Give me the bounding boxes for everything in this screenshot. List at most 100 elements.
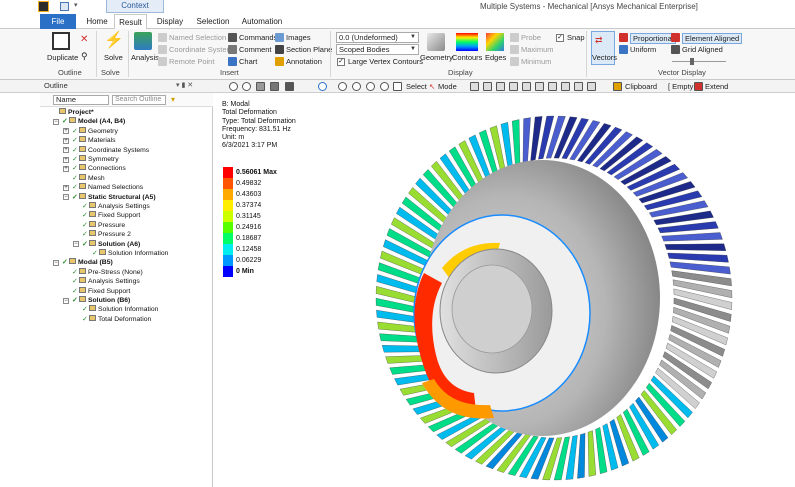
tab-display[interactable]: Display	[152, 14, 188, 29]
select-button[interactable]: Select	[406, 82, 427, 91]
grid-aligned-button[interactable]: Grid Aligned	[682, 45, 723, 54]
chart-button[interactable]: Chart	[239, 57, 257, 66]
deformation-scale-select[interactable]: 0.0 (Undeformed) ▼	[336, 32, 419, 43]
geometry-button[interactable]: Geometry	[420, 53, 453, 62]
minimum-button[interactable]: Minimum	[521, 57, 551, 66]
zoom-box-icon[interactable]	[242, 82, 251, 91]
outline-tree-item[interactable]: ✓ Connections	[72, 164, 126, 173]
snap-checkbox[interactable]: ✓	[556, 34, 564, 42]
outline-tree-item[interactable]: ✓ Pressure 2	[82, 230, 131, 239]
collapse-icon[interactable]: −	[73, 241, 79, 248]
outline-tree-item[interactable]: ✓ Total Deformation	[82, 314, 151, 324]
outline-tree-item[interactable]: ✓ Symmetry	[72, 155, 119, 164]
coordinate-system-button[interactable]: Coordinate System	[169, 45, 233, 54]
rotate-icon[interactable]	[318, 82, 327, 91]
outline-name-filter[interactable]: Name	[53, 95, 109, 105]
body-select-icon[interactable]	[509, 82, 518, 91]
extend-button[interactable]: Extend	[705, 82, 728, 91]
clipboard-button[interactable]: Clipboard	[625, 82, 657, 91]
iso-view-icon[interactable]	[256, 82, 265, 91]
element-select-icon[interactable]	[535, 82, 544, 91]
wireframe-icon[interactable]	[270, 82, 279, 91]
expand-icon[interactable]: +	[63, 184, 69, 191]
outline-tree-item[interactable]: ✓ Static Structural (A5)	[72, 192, 156, 202]
outline-tree-item[interactable]: ✓ Modal (B5)	[62, 258, 113, 267]
zoom-fit-icon[interactable]	[229, 82, 238, 91]
collapse-icon[interactable]: −	[63, 194, 69, 201]
collapse-icon[interactable]: −	[53, 259, 59, 266]
outline-tree-item[interactable]: ✓ Solution (A6)	[82, 239, 140, 249]
quick-access-dropdown-icon[interactable]: ▾	[74, 1, 78, 9]
element-aligned-button[interactable]: Element Aligned	[682, 33, 743, 44]
node-select-icon[interactable]	[522, 82, 531, 91]
outline-tree-item[interactable]: ✓ Fixed Support	[82, 211, 140, 220]
outline-tree-item[interactable]: ✓ Solution Information	[92, 249, 168, 258]
filter-icon[interactable]: ▾	[171, 95, 175, 104]
select-mode-button[interactable]: Mode	[438, 82, 457, 91]
contours-button[interactable]: Contours	[452, 53, 482, 62]
duplicate-button[interactable]: Duplicate	[47, 53, 78, 62]
tab-home[interactable]: Home	[82, 14, 112, 29]
commands-button[interactable]: Commands	[239, 33, 277, 42]
shaded-icon[interactable]	[285, 82, 294, 91]
outline-tree-item[interactable]: ✓ Pressure	[82, 220, 125, 230]
tab-result[interactable]: Result	[114, 14, 147, 30]
tab-selection[interactable]: Selection	[192, 14, 234, 29]
collapse-icon[interactable]: −	[53, 118, 59, 125]
tab-file[interactable]: File	[40, 14, 76, 29]
expand-icon[interactable]: +	[63, 165, 69, 172]
find-icon[interactable]: ⚲	[81, 51, 88, 62]
images-button[interactable]: Images	[286, 33, 311, 42]
edges-button[interactable]: Edges	[485, 53, 506, 62]
analysis-button[interactable]: Analysis	[131, 53, 159, 62]
uniform-button[interactable]: Uniform	[630, 45, 656, 54]
large-vertex-checkbox[interactable]: ✓	[337, 58, 345, 66]
zoom-in-icon[interactable]	[366, 82, 375, 91]
named-selection-button[interactable]: Named Selection	[169, 33, 226, 42]
outline-tree-item[interactable]: ✓ Pre-Stress (None)	[72, 267, 143, 277]
mesh-select-icon[interactable]	[561, 82, 570, 91]
outline-tree-item[interactable]: ✓ Solution Information	[82, 305, 158, 314]
annotation-button[interactable]: Annotation	[286, 57, 322, 66]
edge-select-icon[interactable]	[483, 82, 492, 91]
face-select-icon[interactable]	[496, 82, 505, 91]
comment-button[interactable]: Comment	[239, 45, 272, 54]
expand-icon[interactable]: +	[63, 137, 69, 144]
collapse-icon[interactable]: −	[63, 297, 69, 304]
deformed-turbine-model[interactable]	[364, 93, 795, 487]
save-icon[interactable]	[60, 2, 69, 11]
section-plane-button[interactable]: Section Plane	[286, 45, 332, 54]
outline-tree-item[interactable]: ✓ Model (A4, B4)	[62, 117, 125, 126]
outline-tree-item[interactable]: ✓ Analysis Settings	[72, 277, 140, 286]
vector-length-slider-thumb[interactable]	[690, 58, 694, 65]
solve-button[interactable]: Solve	[104, 53, 123, 62]
scope-select[interactable]: Scoped Bodies ▼	[336, 44, 419, 55]
outline-tree-item[interactable]: ✓ Mesh	[72, 173, 105, 183]
expand-icon[interactable]: +	[63, 147, 69, 154]
tab-automation[interactable]: Automation	[240, 14, 284, 29]
outline-tree-item[interactable]: ✓ Solution (B6)	[72, 296, 130, 305]
expand-icon[interactable]: +	[63, 128, 69, 135]
vectors-button[interactable]: Vectors	[592, 53, 617, 62]
pan-icon[interactable]	[338, 82, 347, 91]
outline-tree-item[interactable]: Project*	[52, 108, 94, 117]
probe-button[interactable]: Probe	[521, 33, 541, 42]
expand-icon[interactable]: +	[63, 156, 69, 163]
maximum-button[interactable]: Maximum	[521, 45, 554, 54]
fit-icon[interactable]	[393, 82, 402, 91]
tree-select-icon[interactable]	[574, 82, 583, 91]
outline-panel-controls[interactable]: ▾ ▮ ✕	[176, 81, 193, 89]
outline-search-input[interactable]: Search Outline	[112, 95, 166, 105]
outline-tree-item[interactable]: ✓ Analysis Settings	[82, 202, 150, 211]
zoom-icon[interactable]	[352, 82, 361, 91]
ansys-app-icon[interactable]	[38, 1, 49, 12]
worksheet-select-icon[interactable]	[587, 82, 596, 91]
remote-point-button[interactable]: Remote Point	[169, 57, 214, 66]
zoom-out-icon[interactable]	[380, 82, 389, 91]
graphics-viewport[interactable]: B: Modal Total Deformation Type: Total D…	[214, 93, 795, 487]
outline-tree-item[interactable]: ✓ Materials	[72, 136, 116, 145]
outline-tree-item[interactable]: ✓ Named Selections	[72, 183, 143, 192]
proportional-button[interactable]: Proportional	[630, 33, 677, 44]
element-face-select-icon[interactable]	[548, 82, 557, 91]
outline-tree-item[interactable]: ✓ Coordinate Systems	[72, 145, 149, 155]
